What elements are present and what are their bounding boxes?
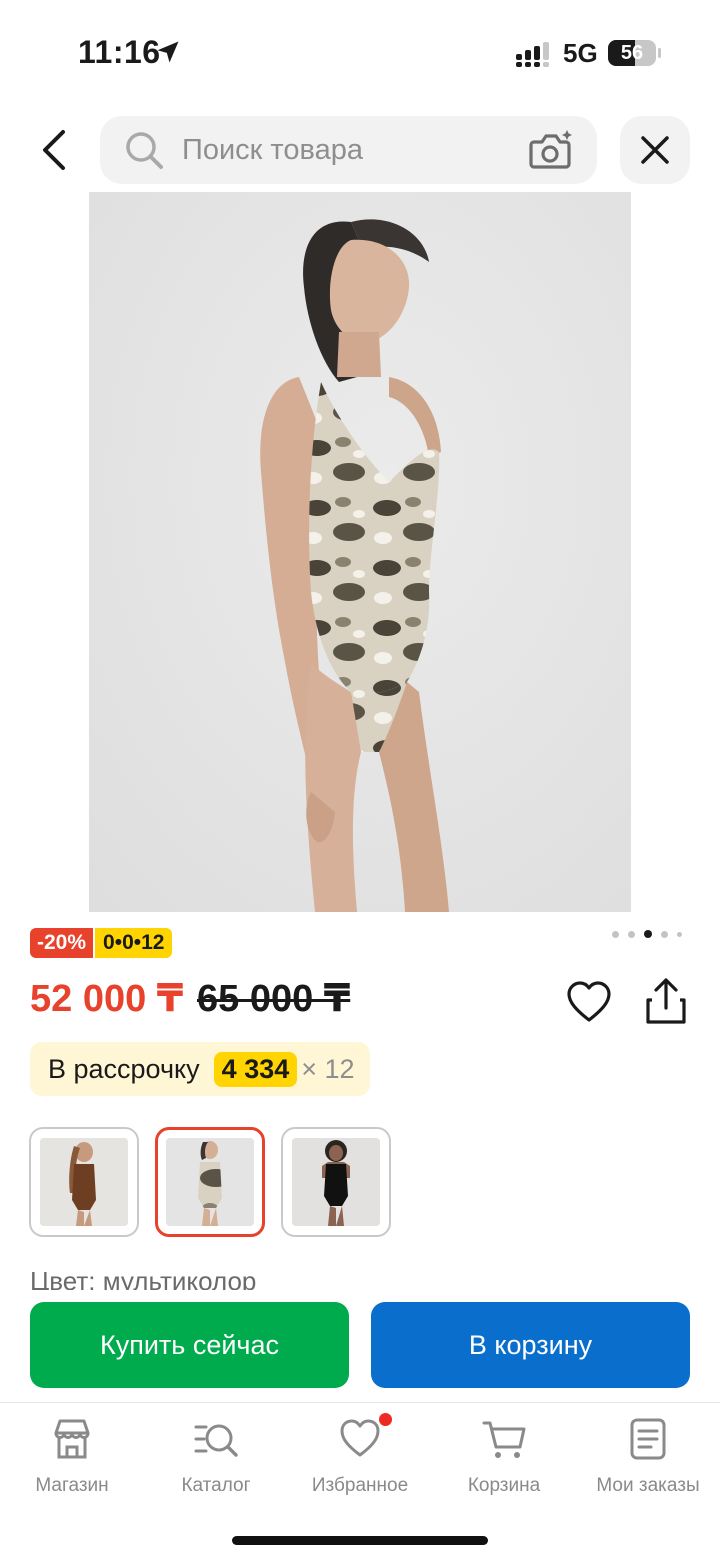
buy-now-button[interactable]: Купить сейчас — [30, 1302, 349, 1388]
product-badges: -20% 0•0•12 — [30, 928, 173, 958]
installment-badge: 0•0•12 — [95, 928, 173, 958]
variant-black[interactable] — [281, 1127, 391, 1237]
variant-multicolor[interactable] — [155, 1127, 265, 1237]
search-icon — [126, 132, 163, 169]
close-button[interactable] — [620, 116, 690, 184]
add-to-cart-button[interactable]: В корзину — [371, 1302, 690, 1388]
status-time: 11:16 — [78, 34, 161, 70]
nav-item-catalog[interactable]: Каталог — [144, 1417, 288, 1507]
cart-icon — [482, 1421, 526, 1458]
product-image[interactable] — [89, 192, 631, 912]
nav-label: Избранное — [311, 1475, 409, 1496]
discount-badge: -20% — [30, 928, 94, 958]
chevron-left-icon — [43, 130, 65, 170]
catalog-search-icon — [194, 1424, 238, 1457]
signal-icon — [516, 42, 549, 67]
nav-item-cart[interactable]: Корзина — [432, 1417, 576, 1507]
status-bar: 11:16 5G 56 — [0, 0, 720, 100]
carousel-dot — [677, 931, 682, 937]
heart-icon — [338, 1413, 392, 1461]
nav-item-orders[interactable]: Мои заказы — [576, 1417, 720, 1507]
installment-amount: 4 334 — [213, 1051, 298, 1087]
installment-offer[interactable]: В рассрочку 4 334 × 12 — [30, 1042, 370, 1096]
search-input[interactable] — [182, 116, 512, 184]
variant-thumbnail — [292, 1138, 380, 1226]
variant-thumbnail — [166, 1138, 254, 1226]
variant-thumbnail — [40, 1138, 128, 1226]
image-carousel-dots — [612, 930, 682, 938]
nav-item-favorites[interactable]: Избранное — [288, 1413, 432, 1507]
carousel-dot — [661, 930, 668, 938]
network-type: 5G — [563, 38, 598, 68]
nav-label: Магазин — [35, 1475, 109, 1496]
product-photo — [89, 192, 631, 912]
heart-icon[interactable] — [566, 980, 612, 1024]
share-icon[interactable] — [642, 976, 690, 1026]
price-old: 65 000 ₸ — [197, 978, 351, 1020]
notification-dot — [379, 1413, 392, 1426]
carousel-dot — [612, 930, 619, 938]
nav-label: Каталог — [181, 1475, 251, 1496]
installment-label: В рассрочку — [48, 1053, 200, 1084]
nav-label: Мои заказы — [596, 1475, 700, 1496]
close-icon — [641, 136, 669, 164]
carousel-dot — [628, 930, 635, 938]
color-label: Цвет: мультиколор — [30, 1266, 256, 1290]
variant-brown[interactable] — [29, 1127, 139, 1237]
home-indicator — [232, 1536, 488, 1545]
store-icon — [54, 1419, 90, 1459]
back-button[interactable] — [30, 120, 78, 180]
color-label-text: Цвет: мультиколор — [30, 1266, 257, 1290]
nav-item-store[interactable]: Магазин — [0, 1417, 144, 1507]
camera-icon[interactable] — [528, 128, 574, 172]
carousel-dot — [644, 930, 652, 938]
nav-label: Корзина — [467, 1475, 541, 1496]
battery-icon: 56 — [608, 40, 661, 66]
installment-times: × 12 — [301, 1053, 355, 1084]
battery-percent: 56 — [620, 42, 644, 64]
location-arrow-icon — [157, 41, 179, 63]
price-current: 52 000 ₸ — [30, 978, 184, 1020]
search-bar[interactable] — [100, 116, 597, 184]
color-variants — [29, 1127, 391, 1237]
orders-icon — [630, 1418, 666, 1460]
